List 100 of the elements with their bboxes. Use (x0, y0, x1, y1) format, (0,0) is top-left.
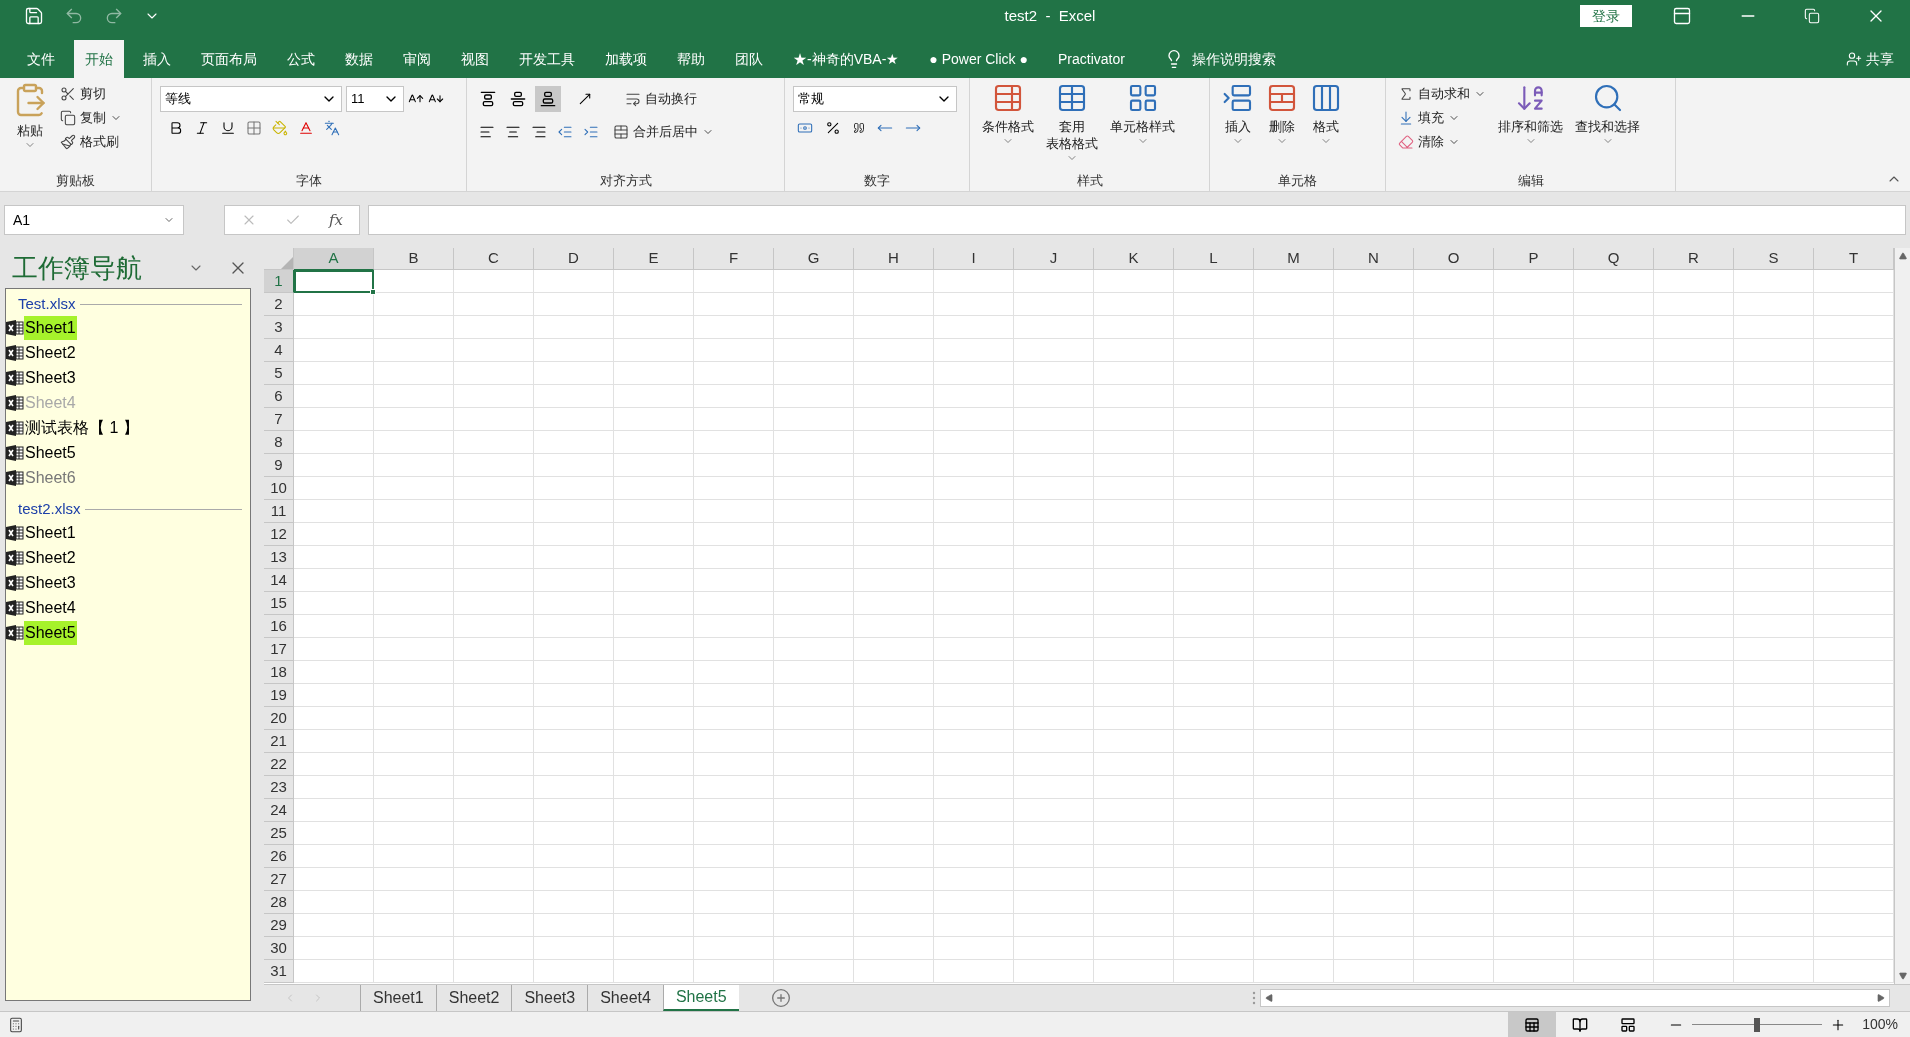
row-header[interactable]: 17 (264, 638, 294, 661)
ribbon-tab[interactable]: 开发工具 (508, 40, 586, 78)
fill-button[interactable]: 填充 (1394, 106, 1490, 130)
number-format-field[interactable]: 常规 (793, 86, 957, 112)
row-header[interactable]: 4 (264, 339, 294, 362)
cut-button[interactable]: 剪切 (56, 82, 126, 106)
phonetic-icon[interactable] (324, 120, 340, 136)
column-header[interactable]: C (454, 248, 534, 270)
font-name-field[interactable]: 等线 (160, 86, 342, 112)
column-header[interactable]: K (1094, 248, 1174, 270)
row-header[interactable]: 13 (264, 546, 294, 569)
splitter-handle-icon[interactable] (1252, 991, 1256, 1005)
align-center-icon[interactable] (505, 124, 521, 140)
format-button[interactable]: 格式 (1306, 82, 1346, 168)
ribbon-tab[interactable]: 开始 (74, 40, 124, 78)
row-header[interactable]: 2 (264, 293, 294, 316)
sheet-link[interactable]: Sheet3 (24, 365, 77, 390)
ribbon-tab[interactable]: 文件 (16, 40, 66, 78)
column-header[interactable]: M (1254, 248, 1334, 270)
bold-icon[interactable] (168, 120, 184, 136)
row-header[interactable]: 1 (264, 270, 294, 293)
row-header[interactable]: 19 (264, 684, 294, 707)
zoom-thumb[interactable] (1754, 1017, 1761, 1032)
view-button[interactable] (1508, 1011, 1557, 1037)
decrease-indent-icon[interactable] (557, 124, 573, 140)
borders-icon[interactable] (246, 120, 262, 136)
ribbon-tab[interactable]: 团队 (724, 40, 774, 78)
row-header[interactable]: 30 (264, 937, 294, 960)
row-header[interactable]: 6 (264, 385, 294, 408)
row-header[interactable]: 15 (264, 592, 294, 615)
font-size-field[interactable]: 11 (346, 86, 404, 112)
column-header[interactable]: A (294, 248, 374, 270)
scroll-down-icon[interactable] (1898, 972, 1907, 980)
ribbon-tab[interactable]: 公式 (276, 40, 326, 78)
column-header[interactable]: N (1334, 248, 1414, 270)
align-right-icon[interactable] (531, 124, 547, 140)
name-box[interactable]: A1 (4, 205, 184, 235)
sheet-link[interactable]: Sheet2 (24, 545, 77, 570)
format-painter-button[interactable]: 格式刷 (56, 130, 126, 154)
comma-icon[interactable] (853, 122, 865, 134)
sort-filter-button[interactable]: 排序和筛选 (1494, 82, 1567, 168)
italic-icon[interactable] (194, 120, 210, 136)
save-icon[interactable] (24, 6, 44, 26)
find-select-button[interactable]: 查找和选择 (1571, 82, 1644, 168)
column-header[interactable]: R (1654, 248, 1734, 270)
percent-icon[interactable] (825, 120, 841, 136)
row-header[interactable]: 16 (264, 615, 294, 638)
insert-button[interactable]: 插入 (1218, 82, 1258, 168)
column-header[interactable]: B (374, 248, 454, 270)
row-header[interactable]: 24 (264, 799, 294, 822)
column-header[interactable]: L (1174, 248, 1254, 270)
column-header[interactable]: H (854, 248, 934, 270)
column-header[interactable]: Q (1574, 248, 1654, 270)
delete-button[interactable]: 删除 (1262, 82, 1302, 168)
column-header[interactable]: I (934, 248, 1014, 270)
sheet-link[interactable]: Sheet5 (24, 440, 77, 465)
sheet-link[interactable]: Sheet1 (24, 315, 77, 340)
paste-button[interactable]: 粘贴 (8, 82, 52, 168)
zoom-slider[interactable] (1692, 1017, 1823, 1032)
row-header[interactable]: 5 (264, 362, 294, 385)
fill-color-icon[interactable] (272, 120, 288, 136)
sheet-link[interactable]: Sheet2 (24, 340, 77, 365)
merge-center-button[interactable]: 合并后居中 (609, 120, 718, 144)
row-header[interactable]: 12 (264, 523, 294, 546)
vertical-scrollbar[interactable] (1894, 248, 1910, 984)
increase-indent-icon[interactable] (583, 124, 599, 140)
row-header[interactable]: 18 (264, 661, 294, 684)
row-header[interactable]: 9 (264, 454, 294, 477)
column-header[interactable]: P (1494, 248, 1574, 270)
font-color-icon[interactable] (298, 120, 314, 136)
row-header[interactable]: 28 (264, 891, 294, 914)
sheet-link[interactable]: Sheet3 (24, 570, 77, 595)
restore-icon[interactable] (1804, 8, 1820, 24)
row-header[interactable]: 20 (264, 707, 294, 730)
column-header[interactable]: J (1014, 248, 1094, 270)
column-header[interactable]: F (694, 248, 774, 270)
row-header[interactable]: 27 (264, 868, 294, 891)
row-header[interactable]: 29 (264, 914, 294, 937)
sheet-tab[interactable]: Sheet5 (662, 985, 739, 1011)
column-header[interactable]: D (534, 248, 614, 270)
row-header[interactable]: 21 (264, 730, 294, 753)
column-header[interactable]: E (614, 248, 694, 270)
conditional-format-button[interactable]: 条件格式 (978, 82, 1038, 168)
sheet-link[interactable]: Sheet4 (24, 595, 77, 620)
row-header[interactable]: 31 (264, 960, 294, 983)
ribbon-tab[interactable]: Practivator (1046, 40, 1136, 78)
row-header[interactable]: 10 (264, 477, 294, 500)
underline-icon[interactable] (220, 120, 236, 136)
row-header[interactable]: 3 (264, 316, 294, 339)
ribbon-tab[interactable]: 页面布局 (190, 40, 268, 78)
horizontal-scrollbar[interactable] (1260, 989, 1890, 1007)
share-button[interactable]: 共享 (1846, 40, 1910, 78)
active-cell[interactable] (294, 270, 374, 293)
tell-me-search[interactable]: 操作说明搜索 (1191, 48, 1276, 70)
column-header[interactable]: T (1814, 248, 1894, 270)
ribbon-tab[interactable]: 帮助 (666, 40, 716, 78)
copy-button[interactable]: 复制 (56, 106, 126, 130)
scroll-right-icon[interactable] (1877, 994, 1885, 1002)
row-header[interactable]: 23 (264, 776, 294, 799)
row-header[interactable]: 26 (264, 845, 294, 868)
